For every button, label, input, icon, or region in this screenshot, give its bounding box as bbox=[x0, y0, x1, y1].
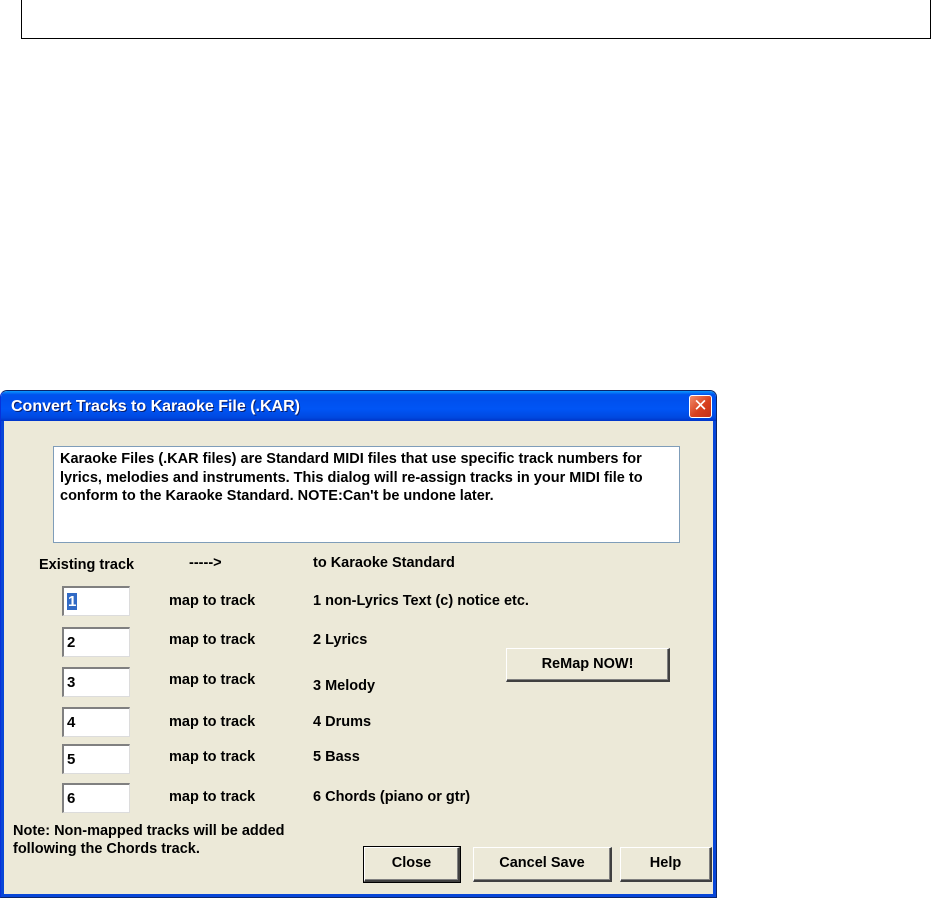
cancel-save-button[interactable]: Cancel Save bbox=[473, 847, 612, 882]
map-to-track-label: map to track bbox=[169, 789, 256, 805]
help-button[interactable]: Help bbox=[620, 847, 712, 882]
target-track-label: 6 Chords (piano or gtr) bbox=[313, 789, 471, 805]
track-input-6[interactable]: 6 bbox=[62, 783, 130, 813]
map-to-track-label: map to track bbox=[169, 749, 256, 765]
karaoke-standard-label: to Karaoke Standard bbox=[313, 555, 455, 571]
arrow-label: -----> bbox=[189, 555, 222, 571]
frame-left bbox=[1, 421, 4, 897]
close-button[interactable]: Close bbox=[363, 846, 461, 883]
track-input-1[interactable]: 1 bbox=[62, 586, 130, 616]
track-input-3[interactable]: 3 bbox=[62, 667, 130, 697]
track-input-2[interactable]: 2 bbox=[62, 627, 130, 657]
track-input-5[interactable]: 5 bbox=[62, 744, 130, 774]
track-input-1-value: 1 bbox=[67, 593, 78, 610]
dialog-title: Convert Tracks to Karaoke File (.KAR) bbox=[11, 398, 300, 415]
karaoke-dialog: Convert Tracks to Karaoke File (.KAR) ✕ … bbox=[0, 390, 717, 898]
map-to-track-label: map to track bbox=[169, 672, 256, 688]
target-track-label: 3 Melody bbox=[313, 678, 376, 694]
target-track-label: 4 Drums bbox=[313, 714, 372, 730]
note-line-2: following the Chords track. bbox=[13, 841, 200, 857]
target-track-label: 5 Bass bbox=[313, 749, 360, 765]
close-icon[interactable]: ✕ bbox=[689, 395, 712, 418]
frame-right bbox=[713, 421, 716, 897]
track-input-4[interactable]: 4 bbox=[62, 707, 130, 737]
description-text: Karaoke Files (.KAR files) are Standard … bbox=[53, 446, 680, 543]
map-to-track-label: map to track bbox=[169, 632, 256, 648]
remap-now-button[interactable]: ReMap NOW! bbox=[506, 648, 670, 682]
note-line-1: Note: Non-mapped tracks will be added bbox=[13, 823, 285, 839]
map-to-track-label: map to track bbox=[169, 714, 256, 730]
existing-track-label: Existing track bbox=[39, 557, 135, 573]
frame-bottom bbox=[1, 894, 716, 897]
target-track-label: 1 non-Lyrics Text (c) notice etc. bbox=[313, 593, 529, 609]
top-text-field[interactable] bbox=[21, 0, 931, 39]
map-to-track-label: map to track bbox=[169, 593, 256, 609]
title-bar[interactable]: Convert Tracks to Karaoke File (.KAR) ✕ bbox=[1, 391, 716, 421]
target-track-label: 2 Lyrics bbox=[313, 632, 368, 648]
